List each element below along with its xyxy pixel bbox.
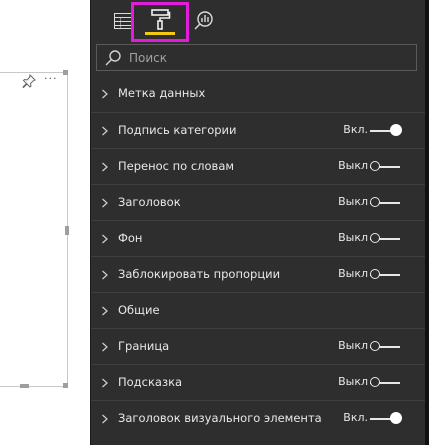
- toggle-state-label: Выкл: [338, 231, 368, 244]
- toggle-knob: [390, 412, 402, 424]
- chevron-right-icon[interactable]: [101, 198, 109, 208]
- toggle-state-label: Выкл: [338, 267, 368, 280]
- format-section-row[interactable]: Общие: [91, 292, 426, 328]
- chevron-right-icon[interactable]: [101, 342, 109, 352]
- format-section-row[interactable]: Граница Выкл: [91, 328, 426, 364]
- format-section-row[interactable]: Заголовок Выкл: [91, 184, 426, 220]
- toggle-knob: [390, 124, 402, 136]
- visual-header: ···: [0, 72, 68, 90]
- chevron-right-icon[interactable]: [101, 89, 109, 99]
- table-grid-icon: [114, 13, 132, 29]
- section-label: Метка данных: [118, 86, 206, 100]
- toggle-switch[interactable]: [370, 124, 402, 137]
- toggle-knob: [370, 269, 380, 279]
- toggle-state-label: Выкл: [338, 195, 368, 208]
- toggle-knob: [370, 197, 380, 207]
- report-canvas: ···: [0, 0, 90, 445]
- section-label: Граница: [118, 339, 170, 353]
- chevron-right-icon[interactable]: [101, 270, 109, 280]
- toggle-switch[interactable]: [370, 161, 402, 173]
- section-label: Заголовок: [118, 195, 181, 209]
- search-field[interactable]: [96, 44, 417, 71]
- format-section-row[interactable]: Подпись категории Вкл.: [91, 112, 426, 148]
- toggle-knob: [370, 377, 380, 387]
- active-tab-indicator: [145, 32, 175, 35]
- section-label: Фон: [118, 231, 143, 245]
- resize-handle-right[interactable]: [65, 226, 69, 235]
- tab-analytics[interactable]: [187, 4, 221, 38]
- paint-roller-icon: [151, 9, 171, 30]
- toggle-switch[interactable]: [370, 377, 402, 389]
- toggle-state-label: Вкл.: [343, 411, 368, 424]
- format-section-row[interactable]: Заблокировать пропорции Выкл: [91, 256, 426, 292]
- toggle-switch[interactable]: [370, 197, 402, 209]
- tab-format[interactable]: [131, 2, 189, 42]
- toggle-knob: [370, 341, 380, 351]
- section-label: Заголовок визуального элемента: [118, 411, 322, 425]
- section-label: Подпись категории: [118, 123, 237, 137]
- toggle-switch[interactable]: [370, 341, 402, 353]
- search-icon: [105, 49, 121, 65]
- chevron-right-icon[interactable]: [101, 234, 109, 244]
- chevron-right-icon[interactable]: [101, 378, 109, 388]
- toggle-knob: [370, 161, 380, 171]
- format-sections-list: Метка данных Подпись категории Вкл. Перенос…: [91, 76, 426, 436]
- format-section-row[interactable]: Заголовок визуального элемента Вкл.: [91, 400, 426, 436]
- format-section-row[interactable]: Метка данных: [91, 76, 426, 112]
- section-label: Общие: [118, 303, 160, 317]
- chevron-right-icon[interactable]: [101, 162, 109, 172]
- more-options-icon[interactable]: ···: [44, 72, 58, 85]
- toggle-state-label: Выкл: [338, 159, 368, 172]
- format-pane: Метка данных Подпись категории Вкл. Перенос…: [90, 0, 426, 445]
- section-label: Подсказка: [118, 375, 183, 389]
- toggle-state-label: Вкл.: [343, 123, 368, 136]
- format-section-row[interactable]: Перенос по словам Выкл: [91, 148, 426, 184]
- chevron-right-icon[interactable]: [101, 126, 109, 136]
- toggle-switch[interactable]: [370, 269, 402, 281]
- format-section-row[interactable]: Подсказка Выкл: [91, 364, 426, 400]
- toggle-state-label: Выкл: [338, 375, 368, 388]
- pane-border: [425, 0, 429, 445]
- resize-handle-bottom-right[interactable]: [63, 383, 68, 388]
- pin-icon[interactable]: [22, 74, 36, 88]
- toggle-switch[interactable]: [370, 412, 402, 425]
- toggle-knob: [370, 233, 380, 243]
- toggle-state-label: Выкл: [338, 339, 368, 352]
- section-label: Заблокировать пропорции: [118, 267, 281, 281]
- chevron-right-icon[interactable]: [101, 306, 109, 316]
- chevron-right-icon[interactable]: [101, 414, 109, 424]
- pane-tabbar: [91, 0, 426, 42]
- resize-handle-bottom[interactable]: [20, 384, 29, 388]
- format-section-row[interactable]: Фон Выкл: [91, 220, 426, 256]
- magnifier-chart-icon: [194, 11, 213, 30]
- visual-container[interactable]: [0, 72, 68, 387]
- toggle-switch[interactable]: [370, 233, 402, 245]
- section-label: Перенос по словам: [118, 159, 235, 173]
- search-input[interactable]: [127, 49, 391, 66]
